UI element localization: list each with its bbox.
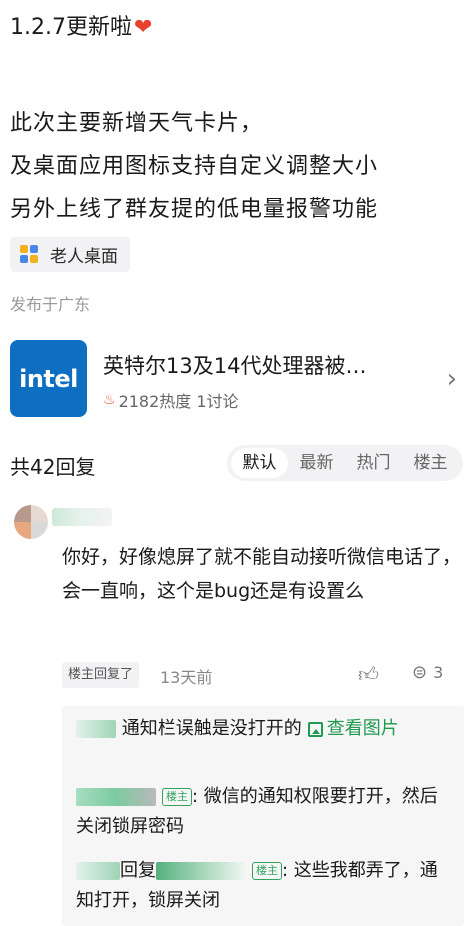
reply-word: 回复 [120,860,156,881]
post-title-text: 1.2.7更新啦 [10,15,132,40]
post-body-line: 及桌面应用图标支持自定义调整大小 [10,154,379,179]
tab-latest[interactable]: 最新 [288,448,345,478]
app-tag[interactable]: 老人桌面 [10,237,130,272]
post-body-line: 另外上线了群友提的低电量报警功能 [10,197,379,222]
post-title: 1.2.7更新啦 ❤ [10,12,152,44]
sort-tabs: 默认 最新 热门 楼主 [227,445,463,481]
tab-owner[interactable]: 楼主 [402,448,459,478]
chevron-right-icon: › [446,364,457,394]
owner-badge: 楼主 [252,862,282,880]
image-icon [307,721,323,737]
sub-reply[interactable]: 楼主: 微信的通知权限要打开，然后关闭锁屏密码 [76,782,452,842]
reply-count: 3 [433,663,444,682]
username-blurred[interactable] [76,720,116,738]
topic-meta: ♨ 2182热度 1讨论 [103,388,239,412]
tab-default[interactable]: 默认 [231,448,288,478]
reply-button[interactable]: ⊜ 3 [412,662,443,683]
app-tag-icon [20,244,40,265]
username-blurred[interactable] [76,788,156,806]
username-blurred[interactable] [76,862,120,880]
sub-reply[interactable]: 通知栏误触是没打开的 查看图片 [76,714,452,744]
intel-logo-text: intel [19,364,78,393]
op-replied-badge: 楼主回复了 [62,662,140,688]
post-location: 发布于广东 [10,295,91,314]
flame-icon: ♨ [103,392,116,408]
topic-card[interactable]: intel 英特尔13及14代处理器被… ♨ 2182热度 1讨论 › [10,340,465,420]
sub-reply-text: 通知栏误触是没打开的 [121,718,302,739]
view-image-link[interactable]: 查看图片 [327,718,399,739]
sub-reply[interactable]: 回复 楼主: 这些我都弄了，通知打开，锁屏关闭 [76,856,452,916]
username-blurred[interactable] [52,508,112,526]
topic-meta-text: 2182热度 1讨论 [118,392,239,411]
heart-icon: ❤ [133,15,153,40]
username-blurred[interactable] [156,862,246,880]
sub-replies: 通知栏误触是没打开的 查看图片 楼主: 微信的通知权限要打开，然后关闭锁屏密码 回… [62,706,464,926]
tab-hot[interactable]: 热门 [345,448,402,478]
comment-bubble-icon: ⊜ [412,662,428,683]
replies-count: 共42回复 [10,455,96,479]
topic-title: 英特尔13及14代处理器被… [103,354,367,378]
post-body-line: 此次主要新增天气卡片， [10,111,264,136]
owner-badge: 楼主 [162,788,192,806]
app-tag-label: 老人桌面 [50,247,118,267]
thumbs-up-icon[interactable]: 👍︎ [358,662,379,687]
comment-time: 13天前 [160,668,213,687]
avatar[interactable] [14,505,48,539]
intel-logo: intel [10,340,87,417]
post-body: 此次主要新增天气卡片， 及桌面应用图标支持自定义调整大小 另外上线了群友提的低电… [10,102,378,231]
comment-text: 你好，好像熄屏了就不能自动接听微信电话了，会一直响，这个是bug还是有设置么 [62,546,462,602]
